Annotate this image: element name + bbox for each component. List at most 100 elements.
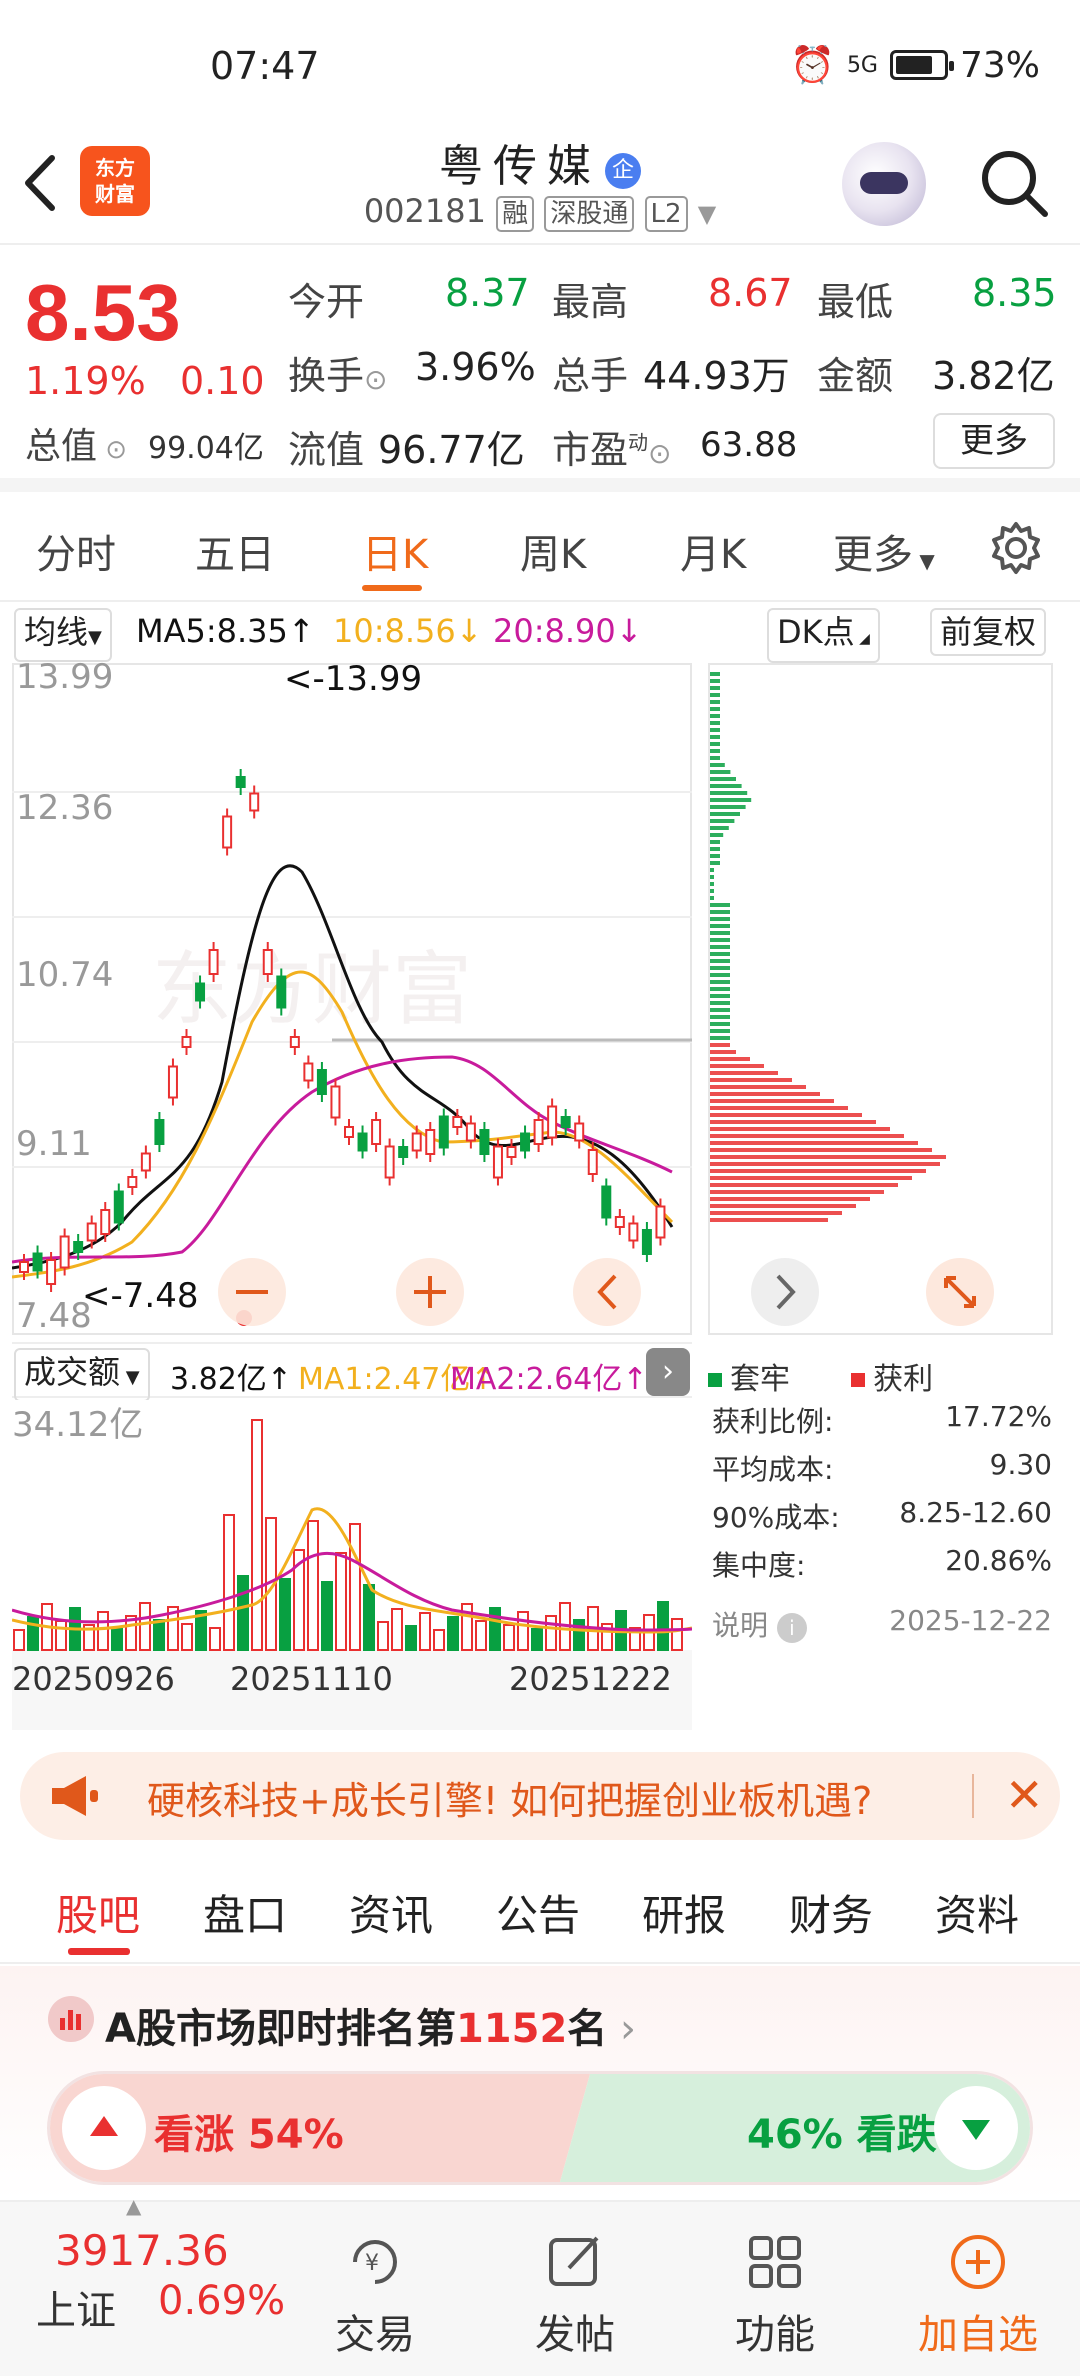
vote-up-button[interactable] <box>62 2086 146 2170</box>
candle-body <box>195 982 206 1002</box>
tab-daily-k[interactable]: 日K <box>362 522 428 580</box>
volume-bar <box>97 1611 109 1651</box>
scroll-left-button[interactable] <box>573 1258 641 1326</box>
candle-body <box>208 949 219 975</box>
promo-banner[interactable]: 硬核科技+成长引擎! 如何把握创业板机遇? ✕ <box>20 1752 1060 1840</box>
tab-more-label: 更多 <box>833 532 913 578</box>
profile-note-row[interactable]: 说明 i 2025-12-22 <box>712 1604 1052 1652</box>
kline-chart[interactable]: 东方财富 13.99 12.36 10.74 9.11 7.48 <-13.99… <box>11 657 692 1342</box>
search-button[interactable] <box>975 144 1055 224</box>
cost-distribution[interactable]: 套牢 获利 <box>708 662 1053 1397</box>
cost-distribution-svg <box>708 663 1053 1335</box>
volume-bar <box>307 1520 319 1651</box>
chevron-right-icon: › <box>607 2006 637 2052</box>
cost-stats: 获利比例: 17.72% 平均成本: 9.30 90%成本: 8.25-12.60 集… <box>712 1400 1052 1652</box>
candle-body <box>398 1146 409 1158</box>
volume-bar <box>433 1629 445 1651</box>
volume-bar <box>363 1584 375 1651</box>
candle-body <box>614 1216 625 1228</box>
profile-next-button[interactable] <box>751 1258 819 1326</box>
profile-bar <box>710 903 730 907</box>
profile-bar <box>710 896 714 900</box>
volume-selector[interactable]: 成交额 ▼ <box>14 1348 150 1402</box>
turnover-label[interactable]: 换手⊙ <box>288 345 387 400</box>
vote-down-label: 46% 看跌 <box>747 2112 937 2158</box>
tab-monthly-k[interactable]: 月K <box>680 522 746 580</box>
profile-bar <box>710 980 730 984</box>
expand-indicator-button[interactable]: › <box>646 1348 690 1396</box>
tab-financials[interactable]: 财务 <box>789 1882 873 1943</box>
dk-point-selector[interactable]: DK点 ◢ <box>767 608 880 663</box>
bottom-bar: ▲ 3917.36 上证 0.69% ¥ 交易 发帖 功能 加自选 <box>0 2194 1080 2376</box>
volume-bar <box>153 1619 165 1651</box>
profile-bar <box>710 924 730 928</box>
tab-five-day[interactable]: 五日 <box>195 522 275 580</box>
volume-bar <box>321 1581 333 1651</box>
note-label: 说明 <box>712 1609 769 1642</box>
turnover-label-text: 换手 <box>288 354 365 398</box>
zoom-in-button[interactable] <box>396 1258 464 1326</box>
zoom-out-button[interactable] <box>218 1258 286 1326</box>
expand-button[interactable] <box>926 1258 994 1326</box>
tab-forum[interactable]: 股吧 <box>56 1882 140 1943</box>
profile-bar <box>710 1211 842 1215</box>
candle-body <box>452 1116 463 1128</box>
candle-body <box>127 1176 138 1188</box>
stock-name: 粤传媒 <box>439 141 601 192</box>
stat-avg-cost: 平均成本: 9.30 <box>712 1448 1052 1496</box>
amount-value: 3.82亿 <box>932 354 1055 398</box>
tab-profile[interactable]: 资料 <box>935 1882 1019 1943</box>
profile-bar <box>710 798 752 802</box>
float-cap-value: 96.77亿 <box>378 428 525 472</box>
index-value[interactable]: 3917.36 <box>55 2226 229 2275</box>
rank-link[interactable]: A股市场即时排名第1152名 › <box>105 1996 636 2054</box>
grid-icon <box>749 2236 801 2288</box>
tab-research[interactable]: 研报 <box>642 1882 726 1943</box>
tab-more[interactable]: 更多 ▼ <box>833 522 935 580</box>
max-price-marker: <-13.99 <box>284 662 422 699</box>
banner-close-button[interactable]: ✕ <box>1005 1770 1044 1820</box>
battery-level: 73% <box>959 44 1040 86</box>
stock-header: 东方 财富 粤传媒企 002181 融 深股通 L2 ▼ <box>0 130 1080 245</box>
profile-bar <box>710 1141 918 1145</box>
plus-circle-icon <box>951 2235 1005 2289</box>
tab-news[interactable]: 资讯 <box>349 1882 433 1943</box>
volume-bar <box>475 1620 487 1651</box>
caret-down-icon: ▼ <box>88 627 102 648</box>
candle-body <box>86 1222 97 1242</box>
profile-bar <box>710 1022 730 1026</box>
candle-body <box>303 1062 314 1082</box>
indicator-row: 均线▼ MA5:8.35↑ 10:8.56↓ 20:8.90↓ DK点 ◢ 前复… <box>0 604 1080 663</box>
more-quote-button[interactable]: 更多 <box>933 413 1055 469</box>
candle-body <box>276 975 287 1009</box>
candle-body <box>479 1129 490 1155</box>
ma-selector[interactable]: 均线▼ <box>14 608 112 662</box>
tag-margin: 融 <box>496 196 535 232</box>
profile-bar <box>710 805 746 809</box>
volume-bar <box>671 1618 683 1651</box>
profile-bar <box>710 931 730 935</box>
adjust-selector[interactable]: 前复权 <box>930 608 1047 656</box>
volume-svg: 34.12亿 20250926 20251110 20251222 <box>11 1400 693 1698</box>
profile-bar <box>710 1190 884 1194</box>
profile-bar <box>710 819 735 823</box>
total-cap-label[interactable]: 总值 ⊙ <box>25 417 127 469</box>
stat-label: 集中度: <box>712 1549 806 1582</box>
tab-order-book[interactable]: 盘口 <box>203 1882 287 1943</box>
enterprise-badge: 企 <box>605 153 641 189</box>
tab-weekly-k[interactable]: 周K <box>520 522 586 580</box>
vote-down-button[interactable] <box>934 2086 1018 2170</box>
candle-body <box>641 1229 652 1255</box>
candle-body <box>46 1259 57 1285</box>
sentiment-vote-bar: 看涨 54% 46% 看跌 <box>50 2074 1030 2182</box>
profile-bar <box>710 1085 806 1089</box>
tab-intraday[interactable]: 分时 <box>36 522 116 580</box>
assistant-avatar[interactable] <box>842 142 926 226</box>
profile-bar <box>710 1106 848 1110</box>
profile-bar <box>710 952 730 956</box>
volume-bar <box>13 1629 25 1651</box>
pe-label[interactable]: 市盈动⊙ <box>552 419 671 474</box>
trade-label: 交易 <box>335 2312 415 2358</box>
tab-announcements[interactable]: 公告 <box>496 1882 580 1943</box>
chart-settings-button[interactable] <box>988 520 1044 576</box>
